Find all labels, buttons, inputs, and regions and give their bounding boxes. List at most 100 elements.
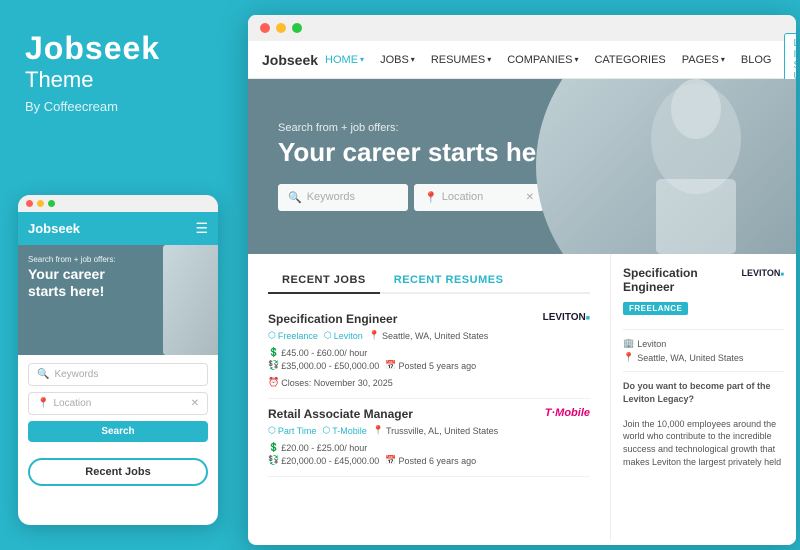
- mobile-search-section: 🔍 Keywords 📍 Location ✕ Search: [18, 355, 218, 450]
- tab-recent-resumes[interactable]: RECENT RESUMES: [380, 268, 518, 292]
- mobile-search-icon: 🔍: [37, 369, 49, 380]
- mobile-keywords-input[interactable]: 🔍 Keywords: [28, 363, 208, 386]
- job-salary-icon-2: 💱: [268, 455, 279, 466]
- browser-window: Jobseek HOME ▾ JOBS ▾ RESUMES ▾ COMPANIE…: [248, 15, 796, 545]
- hero-keywords-input[interactable]: 🔍 Keywords: [278, 184, 408, 211]
- job-tag-salary-2: 💱 £20,000.00 - £45,000.00: [268, 455, 379, 466]
- mobile-search-button[interactable]: Search: [28, 421, 208, 442]
- companies-chevron-icon: ▾: [574, 55, 578, 64]
- side-panel: Specification Engineer FREELANCE LEVITON…: [611, 254, 796, 541]
- job-meta-3: ⬡ Part Time ⬡ T-Mobile 📍 Trussville, AL,…: [268, 425, 590, 453]
- side-company-name: Leviton: [637, 339, 666, 349]
- job-tag-salary-1: 💱 £35,000.00 - £50,000.00: [268, 360, 379, 371]
- job-meta-1: ⬡ Freelance ⬡ Leviton 📍 Seattle, WA, Uni…: [268, 330, 590, 358]
- mobile-dot-yellow: [37, 200, 44, 207]
- hero-search-icon: 🔍: [288, 191, 302, 204]
- job-title-1[interactable]: Specification Engineer: [268, 312, 397, 326]
- site-logo: Jobseek: [262, 52, 318, 68]
- mobile-dots: [26, 200, 55, 207]
- nav-item-resumes[interactable]: RESUMES ▾: [424, 48, 498, 72]
- job-tag-location-1: 📍 Seattle, WA, United States: [369, 330, 488, 341]
- job-rate-icon-1: 💲: [268, 347, 279, 358]
- side-job-badge: FREELANCE: [623, 302, 688, 315]
- side-location-meta: 📍 Seattle, WA, United States: [623, 352, 784, 363]
- hero-section: Search from + job offers: Your career st…: [248, 79, 796, 254]
- side-logo: LEVITON■: [742, 268, 784, 278]
- hero-keywords-placeholder: Keywords: [307, 191, 355, 203]
- mobile-dot-green: [48, 200, 55, 207]
- pages-chevron-icon: ▾: [721, 55, 725, 64]
- nav-item-jobs[interactable]: JOBS ▾: [373, 48, 422, 72]
- jobs-chevron-icon: ▾: [411, 55, 415, 64]
- job-type-icon-2: ⬡: [268, 425, 276, 436]
- mobile-location-cross-icon: ✕: [191, 398, 199, 409]
- side-company-meta: 🏢 Leviton: [623, 338, 784, 349]
- nav-item-categories[interactable]: CATEGORIES: [587, 48, 672, 72]
- content-area: RECENT JOBS RECENT RESUMES Specification…: [248, 254, 796, 541]
- job-tag-location-2: 📍 Trussville, AL, United States: [373, 425, 498, 436]
- nav-item-companies[interactable]: COMPANIES ▾: [500, 48, 585, 72]
- job-title-2[interactable]: Retail Associate Manager: [268, 407, 413, 421]
- hero-location-input[interactable]: 📍 Location ✕: [414, 184, 544, 211]
- job-logo-1: LEVITON■: [543, 312, 590, 323]
- job-tag-type-2: ⬡ Part Time: [268, 425, 316, 436]
- job-location-icon-2: 📍: [373, 425, 384, 436]
- job-type-icon-1: ⬡: [268, 330, 276, 341]
- job-type-label-1: Freelance: [278, 331, 318, 341]
- job-tag-posted-1: 📅 Posted 5 years ago: [385, 360, 476, 371]
- nav-item-pages[interactable]: PAGES ▾: [675, 48, 732, 72]
- side-location-icon: 📍: [623, 352, 634, 363]
- side-divider-1: [623, 329, 784, 330]
- job-location-label-1: Seattle, WA, United States: [382, 331, 488, 341]
- job-closes-label-1: Closes: November 30, 2025: [281, 378, 393, 388]
- job-tag-posted-2: 📅 Posted 6 years ago: [385, 455, 476, 466]
- brand-author: By Coffeecream: [25, 99, 220, 114]
- job-posted-icon-1: 📅: [385, 360, 396, 371]
- tab-recent-jobs[interactable]: RECENT JOBS: [268, 268, 380, 294]
- hero-location-clear-icon: ✕: [526, 192, 534, 203]
- browser-dot-green: [292, 23, 302, 33]
- job-company-label-1: Leviton: [334, 331, 363, 341]
- tabs-row: RECENT JOBS RECENT RESUMES: [268, 268, 590, 294]
- job-company-icon-2: ⬡: [322, 425, 330, 436]
- job-salary-icon-1: 💱: [268, 360, 279, 371]
- job-tag-rate-2: 💲 £20.00 - £25.00/ hour: [268, 442, 367, 453]
- mobile-logo: Jobseek: [28, 221, 80, 236]
- home-chevron-icon: ▾: [360, 55, 364, 64]
- job-tag-type-1: ⬡ Freelance: [268, 330, 318, 341]
- job-tag-company-2: ⬡ T-Mobile: [322, 425, 366, 436]
- mobile-recent-jobs-button[interactable]: Recent Jobs: [28, 458, 208, 486]
- mobile-hamburger-icon[interactable]: ☰: [195, 220, 208, 237]
- job-posted-icon-2: 📅: [385, 455, 396, 466]
- mobile-chrome: [18, 195, 218, 212]
- left-panel: Jobseek Theme By Coffeecream Jobseek ☰ S…: [0, 0, 245, 550]
- job-meta-2: 💱 £35,000.00 - £50,000.00 📅 Posted 5 yea…: [268, 360, 590, 388]
- mobile-location-placeholder: Location: [53, 398, 91, 409]
- mobile-location-input[interactable]: 📍 Location ✕: [28, 392, 208, 415]
- job-rate-label-1: £45.00 - £60.00/ hour: [281, 348, 367, 358]
- job-rate-icon-2: 💲: [268, 442, 279, 453]
- hero-woman-silhouette: [566, 79, 766, 254]
- mobile-hero-text: Your careerstarts here!: [28, 266, 208, 300]
- job-salary-label-1: £35,000.00 - £50,000.00: [281, 361, 379, 371]
- side-location-text: Seattle, WA, United States: [637, 353, 743, 363]
- job-tag-rate-1: 💲 £45.00 - £60.00/ hour: [268, 347, 367, 358]
- job-closes-icon-1: ⏰: [268, 377, 279, 388]
- job-posted-label-1: Posted 5 years ago: [399, 361, 477, 371]
- resumes-chevron-icon: ▾: [487, 55, 491, 64]
- nav-item-home[interactable]: HOME ▾: [318, 48, 371, 72]
- side-description: Do you want to become part of the Levito…: [623, 380, 784, 468]
- mobile-hero: Search from + job offers: Your careersta…: [18, 245, 218, 355]
- job-rate-label-2: £20.00 - £25.00/ hour: [281, 443, 367, 453]
- job-tag-closes-1: ⏰ Closes: November 30, 2025: [268, 377, 393, 388]
- mobile-hero-small-text: Search from + job offers:: [28, 255, 208, 264]
- side-job-title: Specification Engineer: [623, 266, 742, 294]
- job-logo-2: T·Mobile: [545, 407, 590, 419]
- browser-dot-red: [260, 23, 270, 33]
- nav-item-blog[interactable]: BLOG: [734, 48, 779, 72]
- job-location-icon-1: 📍: [369, 330, 380, 341]
- job-location-label-2: Trussville, AL, United States: [386, 426, 498, 436]
- mobile-keywords-placeholder: Keywords: [54, 369, 98, 380]
- hero-location-icon: 📍: [424, 191, 438, 204]
- site-nav: Jobseek HOME ▾ JOBS ▾ RESUMES ▾ COMPANIE…: [248, 41, 796, 79]
